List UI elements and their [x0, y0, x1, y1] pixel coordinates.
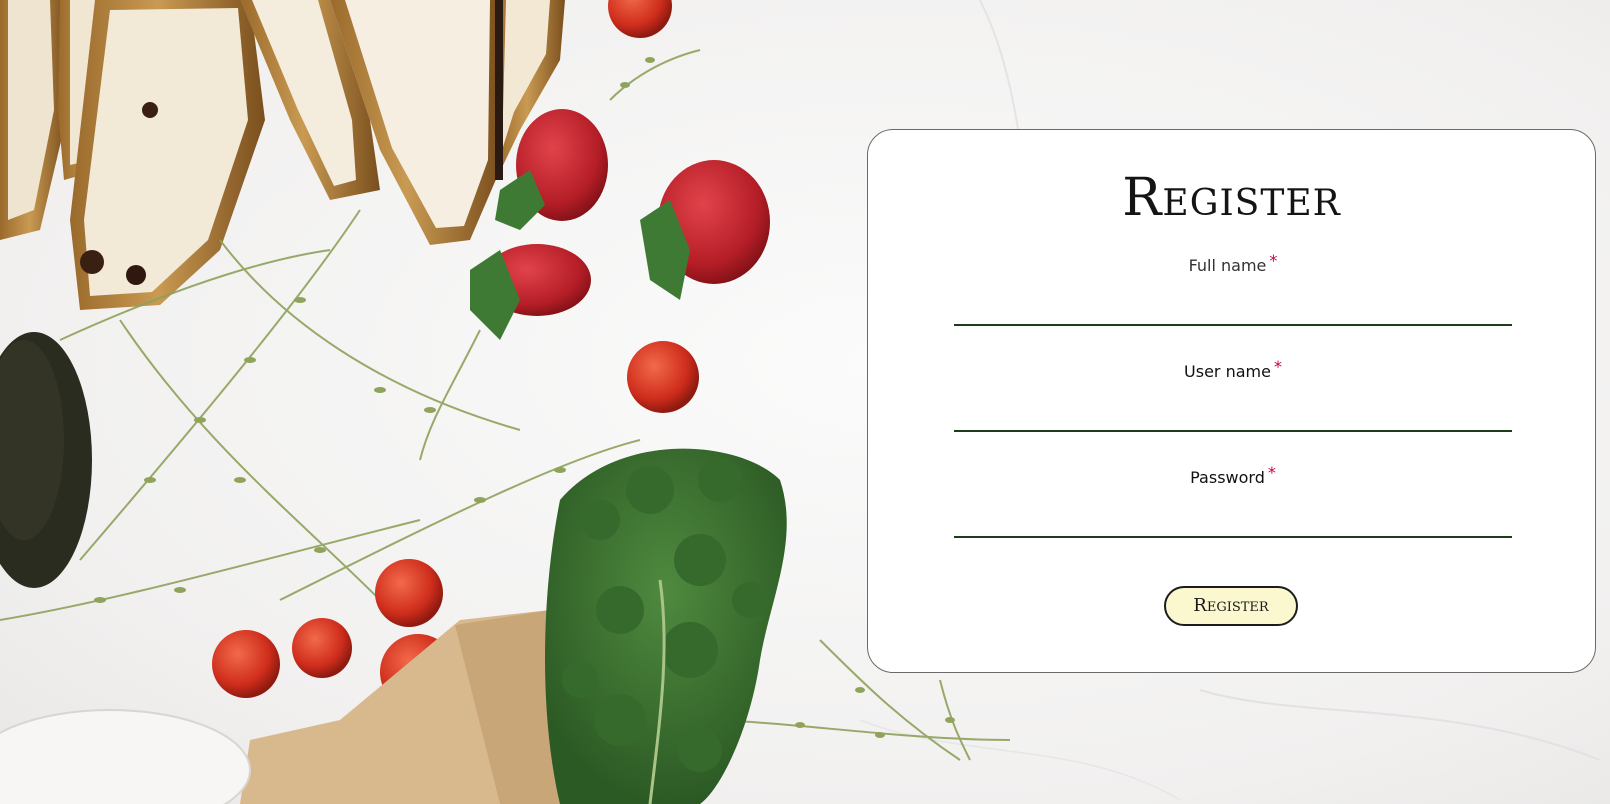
- required-mark: *: [1267, 463, 1276, 482]
- full-name-label: Full name *: [954, 251, 1512, 277]
- user-name-label: User name *: [954, 357, 1512, 383]
- user-name-label-text: User name: [1184, 362, 1271, 381]
- password-label: Password *: [954, 463, 1512, 489]
- register-title: Register: [1122, 168, 1341, 228]
- password-field: Password *: [954, 463, 1512, 538]
- user-name-input[interactable]: [954, 392, 1512, 432]
- password-input[interactable]: [954, 498, 1512, 538]
- password-label-text: Password: [1190, 468, 1265, 487]
- register-card: Register Full name * User name * Password *…: [867, 129, 1596, 673]
- required-mark: *: [1269, 251, 1278, 270]
- full-name-field: Full name *: [954, 251, 1512, 326]
- full-name-input[interactable]: [954, 286, 1512, 326]
- required-mark: *: [1273, 357, 1282, 376]
- register-button[interactable]: Register: [1164, 586, 1298, 626]
- user-name-field: User name *: [954, 357, 1512, 432]
- full-name-label-text: Full name: [1188, 256, 1267, 275]
